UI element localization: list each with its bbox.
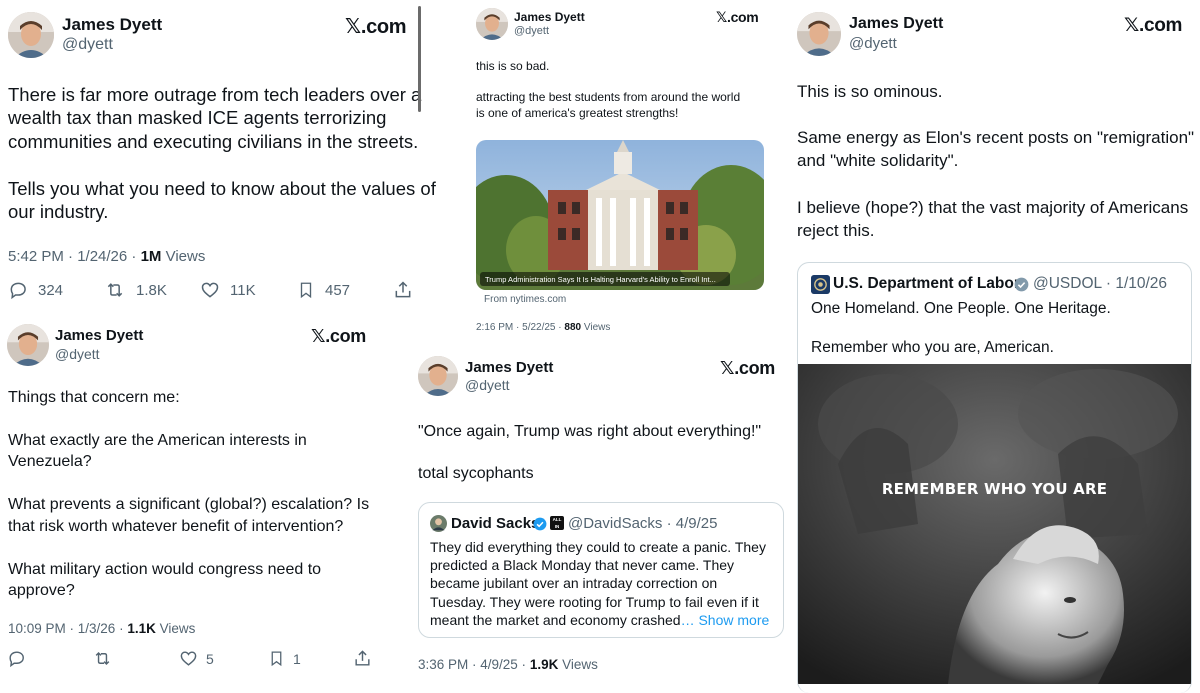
verified-badge-icon [533,517,547,531]
bookmark-count: 1 [293,650,301,667]
reply-button[interactable]: 324 [8,280,63,300]
x-logo: 𝕏.com [311,326,367,346]
share-button[interactable] [353,649,372,668]
quoted-author-name[interactable]: David Sacks [451,515,539,532]
heart-icon [180,651,197,666]
quoted-text: They did everything they could to create… [430,539,770,628]
share-icon [395,281,411,298]
like-button[interactable]: 11K [200,280,256,300]
avatar[interactable] [418,356,458,396]
bookmark-button[interactable]: 457 [297,280,350,300]
link-card[interactable]: Trump Administration Says It Is Halting … [476,140,764,290]
tweet-timestamp[interactable]: 10:09 PM · 1/3/26 · 1.1K Views [8,621,195,636]
reply-button[interactable] [7,649,26,668]
quoted-avatar [430,515,447,532]
repost-button[interactable] [92,649,113,668]
reply-icon [10,282,26,300]
link-source[interactable]: From nytimes.com [484,294,566,305]
like-count: 5 [206,650,214,667]
avatar[interactable] [8,12,54,58]
author-name[interactable]: James Dyett [849,15,943,33]
author-handle[interactable]: @dyett [514,25,549,37]
avatar[interactable] [797,12,841,56]
avatar[interactable] [476,8,508,40]
author-handle[interactable]: @dyett [465,377,510,393]
tweet-text: This is so ominous. Same energy as Elon'… [797,82,1195,240]
author-name[interactable]: James Dyett [465,359,553,376]
quoted-tweet[interactable]: David Sacks ALL IN @DavidSacks · 4/9/25 … [418,502,784,638]
tweet-text: Things that concern me: What exactly are… [8,389,370,599]
scrollbar[interactable] [418,6,421,112]
share-icon [355,650,370,666]
tweet-text: "Once again, Trump was right about every… [418,423,762,483]
tweet-timestamp[interactable]: 3:36 PM · 4/9/25 · 1.9K Views [418,657,598,672]
tweet-text: There is far more outrage from tech lead… [8,84,436,223]
tweet-timestamp[interactable]: 2:16 PM · 5/22/25 · 880 Views [476,322,610,333]
x-logo: 𝕏.com [345,16,407,38]
image-overlay-text: REMEMBER WHO YOU ARE [881,480,1108,498]
harvard-building-image [476,140,764,290]
reply-count: 324 [38,281,64,299]
quoted-tweet[interactable]: U.S. Department of Labor @USDOL · 1/10/2… [797,262,1192,693]
show-more-link[interactable]: … Show more [681,612,770,628]
repost-icon [95,651,110,666]
author-handle[interactable]: @dyett [55,346,100,362]
views-count: 1M [140,248,162,265]
views-count: 1.9K [529,657,559,672]
author-name[interactable]: James Dyett [514,10,585,24]
views-count: 880 [564,322,582,333]
quoted-handle-date[interactable]: @USDOL · 1/10/26 [1033,275,1167,293]
link-headline: Trump Administration Says It Is Halting … [485,275,716,284]
author-handle[interactable]: @dyett [849,35,897,52]
bookmark-icon [300,282,312,299]
like-count: 11K [230,281,256,299]
x-logo: 𝕏.com [1124,15,1183,36]
quoted-image[interactable]: REMEMBER WHO YOU ARE [798,364,1191,684]
author-handle[interactable]: @dyett [62,36,113,54]
bookmark-icon [271,651,282,667]
reply-icon [9,651,24,668]
heart-icon [201,282,219,298]
affiliate-badge: ALL IN [550,516,564,530]
x-logo: 𝕏.com [720,358,776,378]
quoted-text: One Homeland. One People. One Heritage. … [811,300,1111,357]
tweet-text: this is so bad. attracting the best stud… [476,59,741,120]
bookmark-button[interactable]: 1 [268,649,301,668]
quoted-author-name[interactable]: U.S. Department of Labor [833,275,1020,293]
author-name[interactable]: James Dyett [55,327,143,344]
x-logo: 𝕏.com [716,9,759,25]
repost-button[interactable]: 1.8K [104,280,167,300]
repost-count: 1.8K [136,281,167,299]
quoted-handle-date[interactable]: @DavidSacks · 4/9/25 [568,515,717,532]
tweet-timestamp[interactable]: 5:42 PM · 1/24/26 · 1M Views [8,248,205,265]
share-button[interactable] [393,280,413,300]
avatar[interactable] [7,324,49,366]
views-count: 1.1K [127,621,156,636]
repost-icon [107,283,123,297]
like-button[interactable]: 5 [179,649,214,668]
dol-seal-icon [811,275,830,294]
washington-image [798,364,1191,684]
verified-badge-icon [1014,277,1029,292]
bookmark-count: 457 [325,281,351,299]
author-name[interactable]: James Dyett [62,15,162,35]
